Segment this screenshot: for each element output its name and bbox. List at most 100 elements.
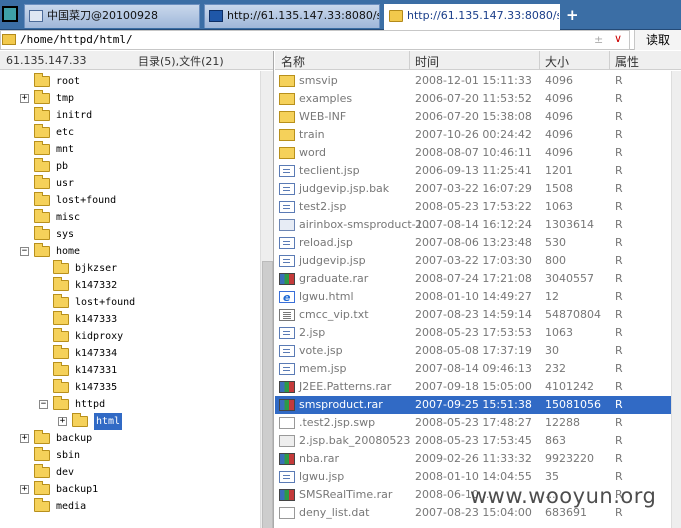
file-row[interactable]: examples 2006-07-20 11:53:52 4096 R (275, 90, 671, 108)
tree-item[interactable]: bjkzser (0, 260, 258, 277)
jsp-file-icon (279, 363, 295, 375)
file-row[interactable]: 2.jsp.bak_20080523 2008-05-23 17:53:45 863… (275, 432, 671, 450)
file-row[interactable]: cmcc_vip.txt 2007-08-23 14:59:14 54870804 R (275, 306, 671, 324)
file-row[interactable]: nba.rar 2009-02-26 11:33:32 9923220 R (275, 450, 671, 468)
file-attr: R (615, 380, 623, 393)
tree-item-label: dev (56, 467, 75, 478)
file-row[interactable]: test2.jsp 2008-05-23 17:53:22 1063 R (275, 198, 671, 216)
tree-item[interactable]: + tmp (0, 90, 258, 107)
file-row[interactable]: mem.jsp 2007-08-14 09:46:13 232 R (275, 360, 671, 378)
file-name: reload.jsp (299, 236, 353, 249)
collapse-icon[interactable]: − (20, 247, 29, 256)
expand-icon[interactable]: + (20, 485, 29, 494)
column-size[interactable]: 大小 (545, 53, 569, 70)
collapse-icon[interactable]: − (39, 400, 48, 409)
file-name: examples (299, 92, 353, 105)
file-row[interactable]: .test2.jsp.swp 2008-05-23 17:48:27 12288 R (275, 414, 671, 432)
file-size: 3040557 (545, 272, 594, 285)
file-list-scrollbar[interactable] (671, 71, 681, 528)
tree-item[interactable]: + backup1 (0, 481, 258, 498)
chevron-down-icon[interactable]: ∨ (614, 32, 622, 45)
folder-icon (53, 328, 69, 342)
new-tab-button[interactable]: + (566, 7, 579, 23)
rar-file-icon (279, 381, 295, 393)
scrollbar-thumb[interactable] (262, 261, 273, 528)
file-row[interactable]: WEB-INF 2006-07-20 15:38:08 4096 R (275, 108, 671, 126)
tree-item[interactable]: etc (0, 124, 258, 141)
file-row[interactable]: graduate.rar 2008-07-24 17:21:08 3040557 R (275, 270, 671, 288)
folder-icon (34, 124, 50, 138)
column-name[interactable]: 名称 (281, 53, 305, 70)
sync-icon[interactable]: ± (594, 33, 603, 46)
tree-scrollbar[interactable] (260, 71, 273, 528)
tab-file-manager[interactable]: http://61.135.147.33:8080/s... (384, 4, 560, 30)
file-row[interactable]: 2.jsp 2008-05-23 17:53:53 1063 R (275, 324, 671, 342)
tree-item[interactable]: sbin (0, 447, 258, 464)
file-name: judgevip.jsp (299, 254, 366, 267)
file-row[interactable]: vote.jsp 2008-05-08 17:37:19 30 R (275, 342, 671, 360)
tree-item[interactable]: media (0, 498, 258, 515)
tree-item[interactable]: + backup (0, 430, 258, 447)
app-icon[interactable] (2, 6, 18, 22)
expand-icon[interactable]: + (20, 434, 29, 443)
file-name: lgwu.html (299, 290, 354, 303)
tree-item[interactable]: k147334 (0, 345, 258, 362)
file-row[interactable]: judgevip.jsp.bak 2007-03-22 16:07:29 1508 R (275, 180, 671, 198)
tree-item[interactable]: + html (0, 413, 258, 430)
tree-item[interactable]: misc (0, 209, 258, 226)
file-name: lgwu.jsp (299, 470, 345, 483)
column-attr[interactable]: 属性 (615, 53, 639, 70)
tree-item[interactable]: pb (0, 158, 258, 175)
read-button[interactable]: 读取 (634, 30, 681, 50)
column-divider[interactable] (539, 51, 540, 70)
file-row[interactable]: judgevip.jsp 2007-03-22 17:03:30 800 R (275, 252, 671, 270)
file-name: cmcc_vip.txt (299, 308, 369, 321)
expand-icon[interactable]: + (20, 94, 29, 103)
file-attr: R (615, 290, 623, 303)
rar-file-icon (279, 399, 295, 411)
folder-icon (53, 277, 69, 291)
file-row[interactable]: lgwu.html 2008-01-10 14:49:27 12 R (275, 288, 671, 307)
tree-item[interactable]: k147333 (0, 311, 258, 328)
tab-home[interactable]: 中国菜刀@20100928 (24, 4, 200, 28)
file-row[interactable]: airinbox-smsproduct-1... 2007-08-14 16:12… (275, 216, 671, 234)
file-row[interactable]: teclient.jsp 2006-09-13 11:25:41 1201 R (275, 162, 671, 180)
file-row[interactable]: smsvip 2008-12-01 15:11:33 4096 R (275, 72, 671, 90)
tree-item-label: backup (56, 433, 93, 444)
file-row[interactable]: reload.jsp 2007-08-06 13:23:48 530 R (275, 234, 671, 252)
tree-item[interactable]: usr (0, 175, 258, 192)
column-divider[interactable] (609, 51, 610, 70)
folder-icon (53, 260, 69, 274)
file-time: 2008-12-01 15:11:33 (415, 74, 532, 87)
tab-webshell[interactable]: http://61.135.147.33:8080/s... (204, 4, 380, 28)
file-size: 4101242 (545, 380, 594, 393)
file-row[interactable]: train 2007-10-26 00:24:42 4096 R (275, 126, 671, 144)
file-row[interactable]: J2EE.Patterns.rar 2007-09-18 15:05:00 4101… (275, 378, 671, 396)
tree-item[interactable]: lost+found (0, 192, 258, 209)
directory-tree-panel: 61.135.147.33 目录(5),文件(21) root + tmp initr… (0, 51, 274, 528)
file-time: 2006-09-13 11:25:41 (415, 164, 532, 177)
tree-item[interactable]: root (0, 73, 258, 90)
tree-item[interactable]: − home (0, 243, 258, 260)
tree-item-label: html (94, 413, 123, 430)
tree-item[interactable]: initrd (0, 107, 258, 124)
column-time[interactable]: 时间 (415, 53, 439, 70)
tree-item[interactable]: dev (0, 464, 258, 481)
tree-item[interactable]: k147331 (0, 362, 258, 379)
tree-item[interactable]: mnt (0, 141, 258, 158)
column-divider[interactable] (409, 51, 410, 70)
tree-item[interactable]: kidproxy (0, 328, 258, 345)
file-row[interactable]: smsproduct.rar 2007-09-25 15:51:38 1508105… (275, 396, 671, 414)
tree-item[interactable]: lost+found (0, 294, 258, 311)
folder-icon (34, 481, 50, 495)
file-size: 4096 (545, 110, 573, 123)
tree-item[interactable]: k147332 (0, 277, 258, 294)
file-name: WEB-INF (299, 110, 347, 123)
tree-item[interactable]: − httpd (0, 396, 258, 413)
file-name: train (299, 128, 325, 141)
expand-icon[interactable]: + (58, 417, 67, 426)
tree-header: 61.135.147.33 目录(5),文件(21) (0, 51, 273, 70)
tree-item[interactable]: k147335 (0, 379, 258, 396)
tree-item[interactable]: sys (0, 226, 258, 243)
file-row[interactable]: word 2008-08-07 10:46:11 4096 R (275, 144, 671, 162)
